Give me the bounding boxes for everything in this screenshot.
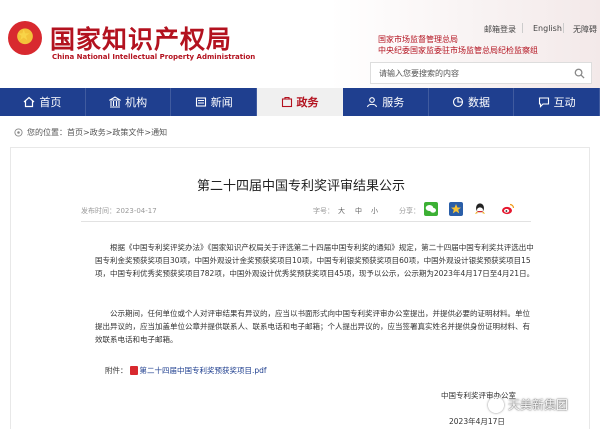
watermark-logo-icon xyxy=(488,396,504,413)
news-icon xyxy=(195,97,206,107)
nav-item-government[interactable]: 政务 xyxy=(257,88,343,116)
signature-date: 2023年4月17日 xyxy=(449,417,505,426)
service-icon xyxy=(367,97,378,108)
favorite-star-icon[interactable] xyxy=(449,202,463,216)
site-subtitle: China National Intellectual Property Adm… xyxy=(52,53,256,61)
org-link-discipline[interactable]: 中央纪委国家监委驻市场监管总局纪检监察组 xyxy=(378,45,538,56)
location-icon xyxy=(14,128,23,137)
nav-label: 服务 xyxy=(382,96,405,109)
font-size-large-button[interactable]: 大 xyxy=(338,206,345,216)
site-header: 国家知识产权局 China National Intellectual Prop… xyxy=(0,0,600,88)
interaction-icon xyxy=(538,97,549,108)
pdf-icon xyxy=(129,366,138,375)
font-size-small-button[interactable]: 小 xyxy=(371,206,378,216)
watermark-text: 天美新集团 xyxy=(508,398,569,412)
data-icon xyxy=(452,96,464,108)
breadcrumb: 您的位置：首页>政务>政策文件>通知 xyxy=(14,127,167,138)
national-emblem-icon xyxy=(8,21,42,55)
nav-item-service[interactable]: 服务 xyxy=(343,88,429,116)
mail-login-link[interactable]: 邮箱登录 xyxy=(484,24,516,35)
nav-item-data[interactable]: 数据 xyxy=(429,88,515,116)
nav-label: 政务 xyxy=(296,96,319,109)
link-separator xyxy=(522,23,523,33)
search-box[interactable]: 请输入您要搜索的内容 xyxy=(370,62,592,84)
nav-item-news[interactable]: 新闻 xyxy=(171,88,258,116)
attachment-link[interactable]: 第二十四届中国专利奖预获奖项目.pdf xyxy=(140,365,267,376)
meta-divider xyxy=(81,221,531,222)
qq-icon[interactable] xyxy=(473,202,487,216)
attachment: 附件： 第二十四届中国专利奖预获奖项目.pdf xyxy=(105,365,267,376)
publish-time: 发布时间：2023-04-17 xyxy=(81,207,157,215)
link-separator xyxy=(563,23,564,33)
article-card: 第二十四届中国专利奖评审结果公示 发布时间：2023-04-17 字号： 大 中… xyxy=(10,147,590,429)
building-icon xyxy=(109,96,122,108)
watermark: 天美新集团 xyxy=(488,396,568,413)
search-icon[interactable] xyxy=(574,68,585,79)
weibo-icon[interactable] xyxy=(501,202,515,216)
site-title[interactable]: 国家知识产权局 xyxy=(50,20,232,56)
article-title: 第二十四届中国专利奖评审结果公示 xyxy=(196,179,405,194)
english-link[interactable]: English xyxy=(533,24,562,33)
attachment-label: 附件： xyxy=(105,366,128,375)
nav-label: 互动 xyxy=(553,96,576,109)
org-link-samr[interactable]: 国家市场监督管理总局 xyxy=(378,34,458,45)
article-paragraph-1: 根据《中国专利奖评奖办法》《国家知识产权局关于评选第二十四届中国专利奖的通知》规… xyxy=(95,243,535,278)
nav-label: 新闻 xyxy=(210,96,233,109)
nav-label: 机构 xyxy=(125,96,148,109)
font-size-medium-button[interactable]: 中 xyxy=(355,206,362,216)
home-icon xyxy=(23,96,35,108)
article-paragraph-2: 公示期间，任何单位或个人对评审结果有异议的，应当以书面形式向中国专利奖评审办公室… xyxy=(95,309,530,344)
nav-item-home[interactable]: 首页 xyxy=(0,88,86,116)
nav-label: 数据 xyxy=(467,96,490,109)
government-icon xyxy=(281,96,292,108)
main-nav: 首页 机构 新闻 政务 服务 数据 互动 xyxy=(0,88,600,116)
nav-item-interaction[interactable]: 互动 xyxy=(514,88,600,116)
font-size-label: 字号： xyxy=(313,207,334,215)
search-input[interactable]: 请输入您要搜索的内容 xyxy=(379,68,459,79)
wechat-icon[interactable] xyxy=(424,202,438,216)
breadcrumb-text[interactable]: 您的位置：首页>政务>政策文件>通知 xyxy=(27,127,167,138)
accessibility-link[interactable]: 无障碍 xyxy=(573,24,597,35)
share-label: 分享： xyxy=(399,207,420,215)
nav-item-institution[interactable]: 机构 xyxy=(86,88,172,116)
nav-label: 首页 xyxy=(39,96,62,109)
